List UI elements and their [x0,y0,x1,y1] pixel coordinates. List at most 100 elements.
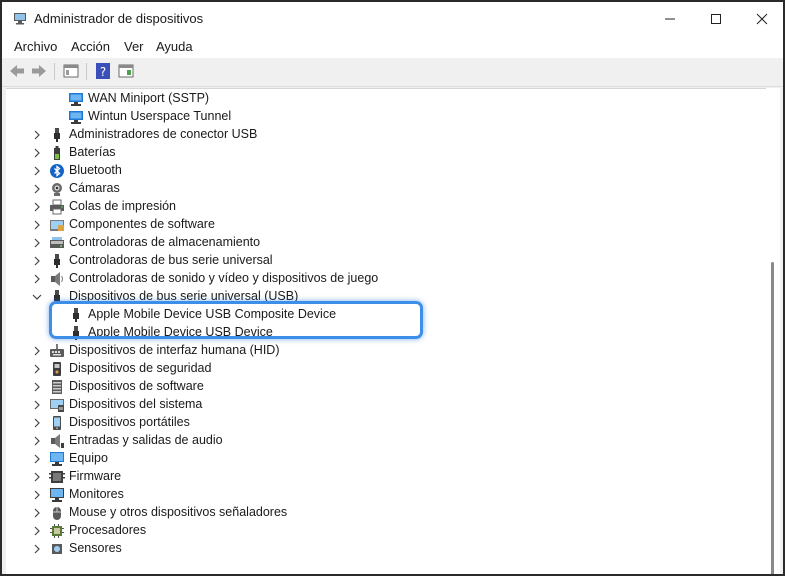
chevron-right-icon[interactable] [32,472,42,482]
device-category-row[interactable]: Cámaras [6,180,766,198]
menu-archivo[interactable]: Archivo [14,39,57,54]
device-label[interactable]: Dispositivos portátiles [69,415,190,429]
device-label[interactable]: Administradores de conector USB [69,127,257,141]
device-label[interactable]: Wintun Userspace Tunnel [88,109,231,123]
scrollbar-thumb[interactable] [771,262,774,574]
storage-controller-icon [50,237,64,248]
device-label[interactable]: Controladoras de bus serie universal [69,253,273,267]
device-label[interactable]: Dispositivos de seguridad [69,361,211,375]
device-label[interactable]: Firmware [69,469,121,483]
device-category-row[interactable]: Colas de impresión [6,198,766,216]
device-label[interactable]: Colas de impresión [69,199,176,213]
close-icon [756,13,768,25]
chevron-right-icon[interactable] [32,490,42,500]
device-row[interactable]: Wintun Userspace Tunnel [6,108,766,126]
chevron-right-icon[interactable] [32,436,42,446]
device-category-row[interactable]: Bluetooth [6,162,766,180]
usb-plug-icon [54,128,60,142]
device-category-row[interactable]: Monitores [6,486,766,504]
device-category-row[interactable]: Administradores de conector USB [6,126,766,144]
processor-icon [50,524,64,538]
device-category-row[interactable]: Dispositivos portátiles [6,414,766,432]
menu-accion[interactable]: Acción [71,39,110,54]
back-arrow-icon[interactable] [8,62,26,80]
software-device-icon [52,380,62,394]
chevron-right-icon[interactable] [32,400,42,410]
device-category-row[interactable]: Controladoras de sonido y vídeo y dispos… [6,270,766,288]
chevron-right-icon[interactable] [32,544,42,554]
device-category-row[interactable]: Dispositivos de interfaz humana (HID) [6,342,766,360]
chevron-right-icon[interactable] [32,526,42,536]
chevron-right-icon[interactable] [32,346,42,356]
window-title: Administrador de dispositivos [34,11,204,26]
chevron-right-icon[interactable] [32,508,42,518]
device-label[interactable]: Controladoras de almacenamiento [69,235,260,249]
minimize-button[interactable] [647,2,693,36]
help-icon[interactable]: ? [94,62,112,80]
device-manager-window: Administrador de dispositivos Archivo Ac… [0,0,785,576]
device-label[interactable]: Bluetooth [69,163,122,177]
device-category-row[interactable]: Sensores [6,540,766,558]
chevron-right-icon[interactable] [32,166,42,176]
minimize-icon [665,18,675,20]
chevron-right-icon[interactable] [32,202,42,212]
device-category-row[interactable]: Procesadores [6,522,766,540]
network-adapter-icon [69,111,83,124]
device-category-row[interactable]: Equipo [6,450,766,468]
device-category-row[interactable]: Mouse y otros dispositivos señaladores [6,504,766,522]
chevron-right-icon[interactable] [32,418,42,428]
device-label[interactable]: Dispositivos del sistema [69,397,202,411]
device-label[interactable]: Procesadores [69,523,146,537]
device-label[interactable]: Componentes de software [69,217,215,231]
chevron-right-icon[interactable] [32,256,42,266]
device-label[interactable]: WAN Miniport (SSTP) [88,91,209,105]
device-label[interactable]: Dispositivos de interfaz humana (HID) [69,343,280,357]
audio-io-icon [51,434,64,448]
device-row[interactable]: WAN Miniport (SSTP) [6,90,766,108]
hid-icon [50,344,64,357]
chevron-right-icon[interactable] [32,238,42,248]
device-label[interactable]: Dispositivos de software [69,379,204,393]
device-label[interactable]: Monitores [69,487,124,501]
printer-icon [50,199,64,215]
sensor-icon [52,544,62,554]
chevron-down-icon[interactable] [32,292,42,302]
device-label[interactable]: Controladoras de sonido y vídeo y dispos… [69,271,378,285]
maximize-button[interactable] [693,2,739,36]
mouse-icon [53,507,61,520]
chevron-right-icon[interactable] [32,454,42,464]
device-category-row[interactable]: Entradas y salidas de audio [6,432,766,450]
device-category-row[interactable]: Dispositivos del sistema [6,396,766,414]
monitor-icon [50,488,64,502]
properties-pane-icon[interactable] [117,62,135,80]
show-hide-console-tree-icon[interactable] [62,62,80,80]
chevron-right-icon[interactable] [32,184,42,194]
chevron-right-icon[interactable] [32,130,42,140]
device-label[interactable]: Entradas y salidas de audio [69,433,223,447]
device-label[interactable]: Equipo [69,451,108,465]
chevron-right-icon[interactable] [32,148,42,158]
chevron-right-icon[interactable] [32,382,42,392]
chevron-right-icon[interactable] [32,274,42,284]
device-category-row[interactable]: Controladoras de bus serie universal [6,252,766,270]
close-button[interactable] [739,2,783,36]
device-manager-app-icon [14,13,26,25]
vertical-scrollbar[interactable] [766,88,780,574]
device-category-row[interactable]: Controladoras de almacenamiento [6,234,766,252]
device-category-row[interactable]: Dispositivos de software [6,378,766,396]
device-label[interactable]: Baterías [69,145,116,159]
bluetooth-icon [50,164,64,178]
device-label[interactable]: Mouse y otros dispositivos señaladores [69,505,287,519]
device-label[interactable]: Sensores [69,541,122,555]
menu-ayuda[interactable]: Ayuda [156,39,193,54]
chevron-right-icon[interactable] [32,364,42,374]
chevron-right-icon[interactable] [32,220,42,230]
battery-icon [54,146,60,160]
device-label[interactable]: Cámaras [69,181,120,195]
device-category-row[interactable]: Componentes de software [6,216,766,234]
device-category-row[interactable]: Firmware [6,468,766,486]
menu-ver[interactable]: Ver [124,39,144,54]
device-category-row[interactable]: Baterías [6,144,766,162]
device-category-row[interactable]: Dispositivos de seguridad [6,360,766,378]
forward-arrow-icon[interactable] [30,62,48,80]
